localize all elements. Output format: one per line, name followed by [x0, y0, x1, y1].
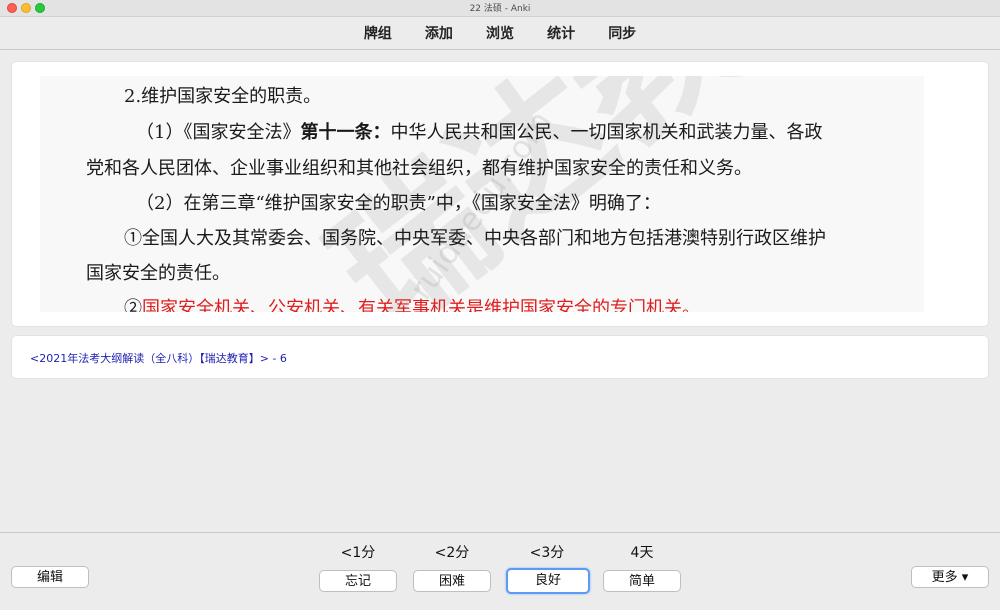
- window-title: 22 法硕 - Anki: [469, 4, 531, 14]
- card-line-2-prefix: （1）《国家安全法》: [136, 122, 301, 143]
- good-button[interactable]: 良好: [506, 568, 590, 594]
- card-line-4: （2）在第三章“维护国家安全的职责”中，《国家安全法》明确了：: [136, 193, 661, 214]
- edit-button[interactable]: 编辑: [11, 566, 89, 588]
- toolbar-nav: 牌组 添加 浏览 统计 同步: [0, 23, 1000, 43]
- hard-button[interactable]: 困难: [413, 570, 491, 592]
- card-line-2-bold: 第十一条：: [300, 122, 391, 143]
- toolbar-browse[interactable]: 浏览: [486, 23, 514, 43]
- note-image: 瑞达教 ruidaedu.com 2.维护国家安全的职责。 （1）《国家安全法》…: [40, 76, 924, 312]
- main-toolbar: 牌组 添加 浏览 统计 同步: [0, 17, 1000, 50]
- title-bar: 22 法硕 - Anki: [0, 0, 1000, 17]
- toolbar-add[interactable]: 添加: [425, 23, 453, 43]
- card-line-2: （1）《国家安全法》第十一条：中华人民共和国公民、一切国家机关和武装力量、各政: [136, 118, 822, 144]
- more-button[interactable]: 更多 ▾: [911, 566, 989, 588]
- card-line-7-highlight: 国家安全机关、公安机关、有关军事机关是维护国家安全的专门机关。: [142, 298, 700, 312]
- card-content: 瑞达教 ruidaedu.com 2.维护国家安全的职责。 （1）《国家安全法》…: [12, 62, 988, 326]
- again-button[interactable]: 忘记: [319, 570, 397, 592]
- answer-bar: [0, 532, 1000, 610]
- easy-button[interactable]: 简单: [603, 570, 681, 592]
- toolbar-decks[interactable]: 牌组: [364, 23, 392, 43]
- source-reference: <2021年法考大纲解读（全八科）【瑞达教育】> - 6: [30, 352, 287, 365]
- source-panel: <2021年法考大纲解读（全八科）【瑞达教育】> - 6: [12, 336, 988, 378]
- card-line-7-prefix: ②: [124, 298, 142, 312]
- interval-easy: 4天: [630, 545, 654, 561]
- interval-good: <3分: [529, 545, 565, 561]
- card-line-1: 2.维护国家安全的职责。: [124, 86, 322, 107]
- card-line-2-rest: 中华人民共和国公民、一切国家机关和武装力量、各政: [390, 122, 823, 143]
- toolbar-stats[interactable]: 统计: [547, 23, 575, 43]
- card-line-5: ①全国人大及其常委会、国务院、中央军委、中央各部门和地方包括港澳特别行政区维护: [124, 228, 826, 249]
- card-line-6: 国家安全的责任。: [86, 263, 230, 284]
- interval-again: <1分: [340, 545, 376, 561]
- card-line-7: ②国家安全机关、公安机关、有关军事机关是维护国家安全的专门机关。: [124, 294, 700, 312]
- card-line-3: 党和各人民团体、企业事业组织和其他社会组织，都有维护国家安全的责任和义务。: [86, 158, 752, 179]
- toolbar-sync[interactable]: 同步: [608, 23, 636, 43]
- interval-hard: <2分: [434, 545, 470, 561]
